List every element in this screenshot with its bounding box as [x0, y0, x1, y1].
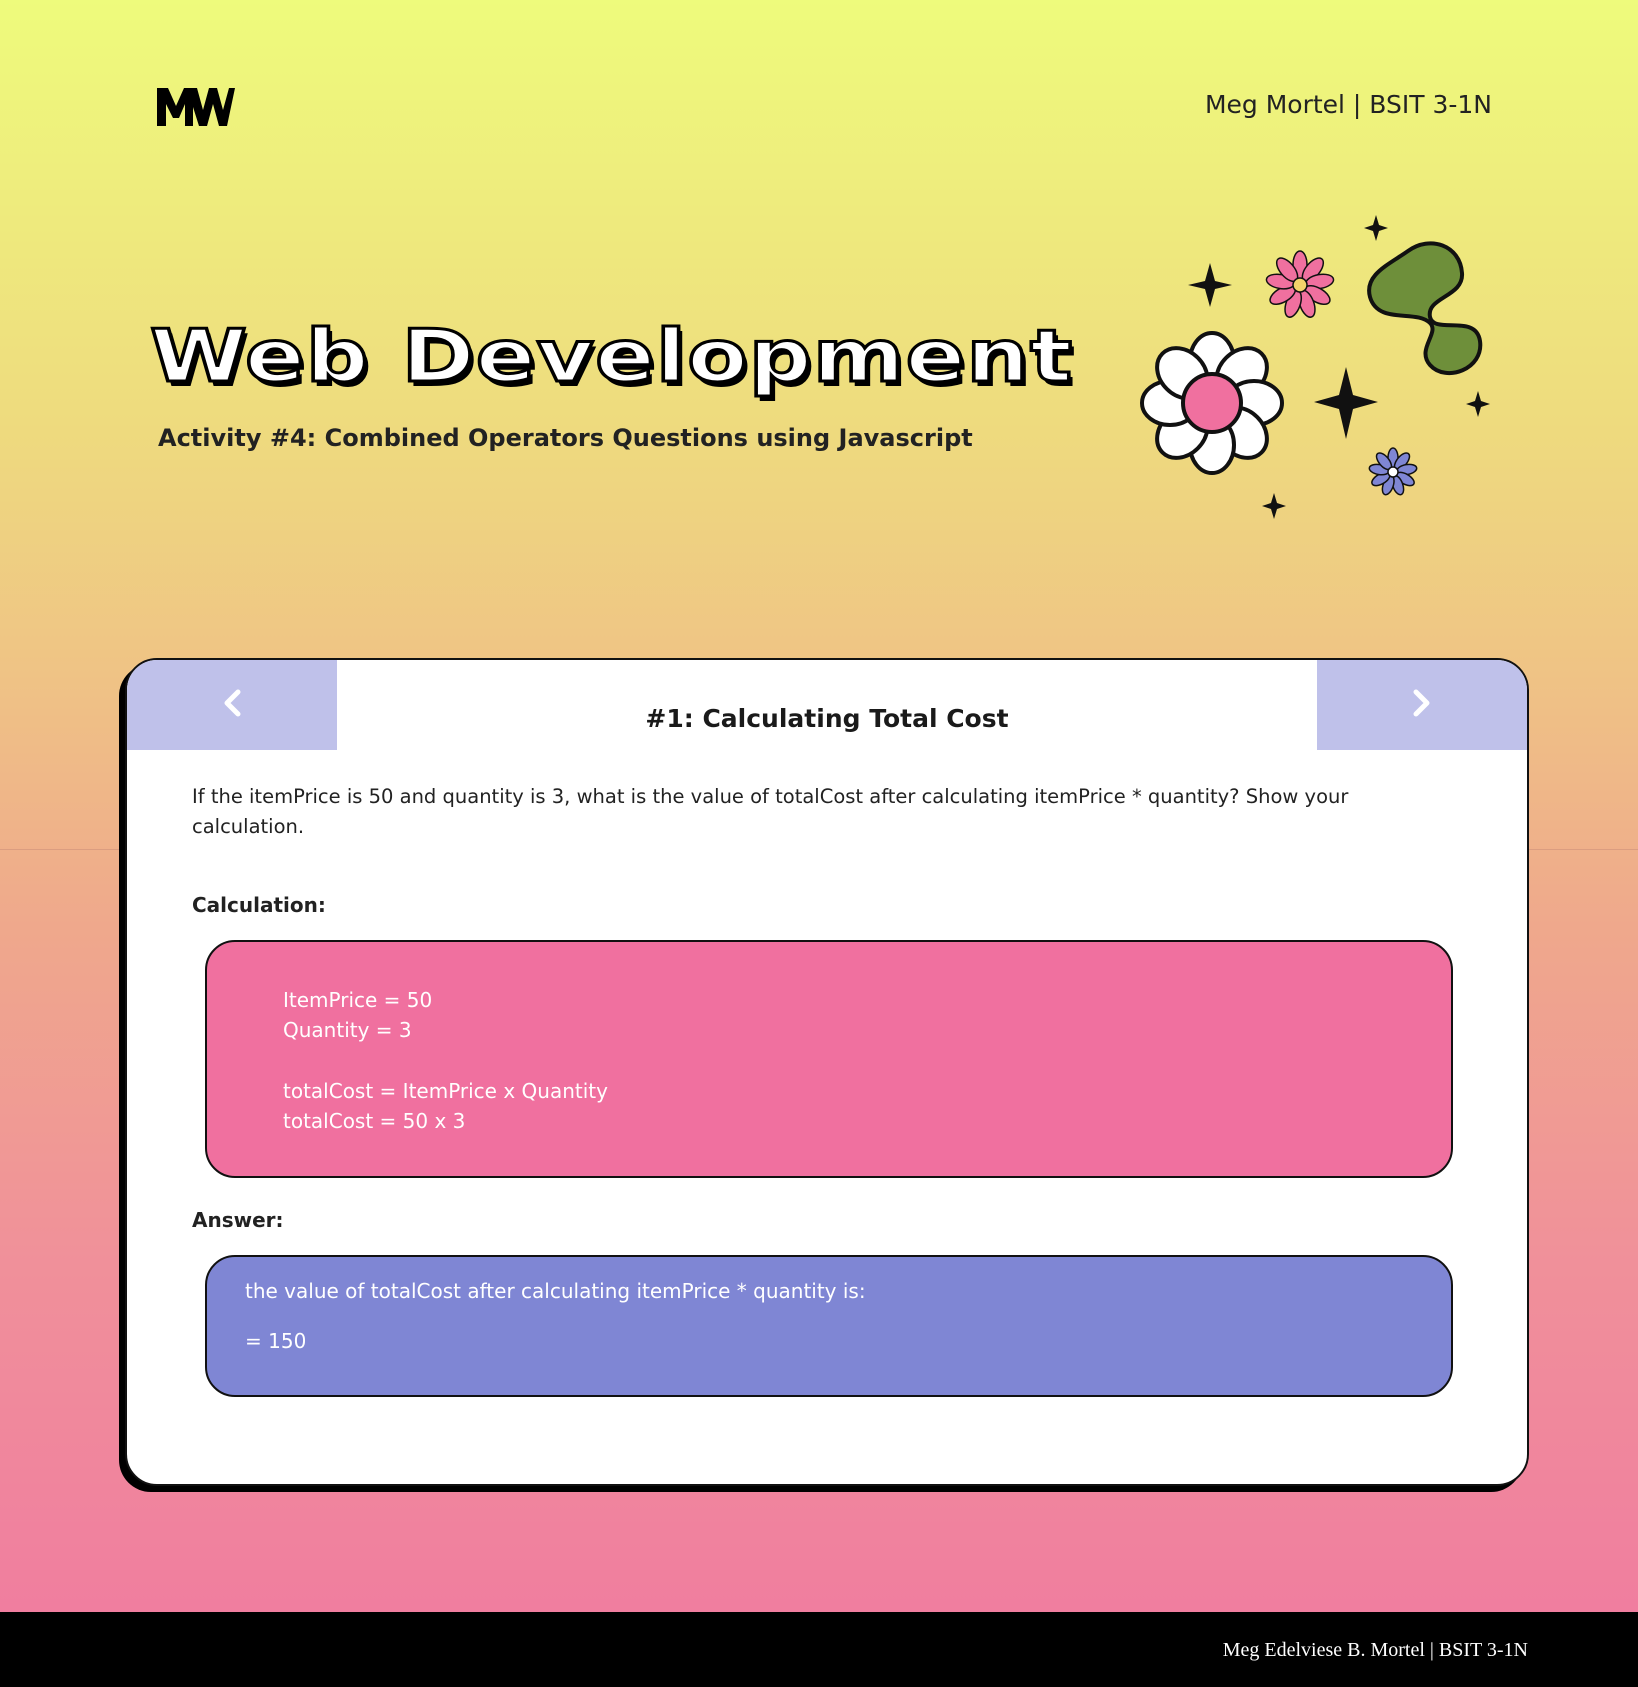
flowers-and-sparkles-icon [1130, 205, 1500, 529]
question-card: #1: Calculating Total Cost If the itemPr… [125, 658, 1529, 1486]
footer: Meg Edelviese B. Mortel | BSIT 3-1N [0, 1612, 1638, 1687]
question-text: If the itemPrice is 50 and quantity is 3… [192, 785, 1349, 838]
chevron-right-icon [1411, 689, 1433, 721]
answer-value: = 150 [245, 1329, 307, 1353]
calculation-label: Calculation: [192, 893, 326, 917]
calculation-line: Quantity = 3 [283, 1018, 412, 1042]
page-title: Web Development [148, 313, 1074, 400]
answer-box: the value of totalCost after calculating… [205, 1255, 1453, 1397]
prev-question-button[interactable] [127, 660, 337, 750]
next-question-button[interactable] [1317, 660, 1527, 750]
answer-label: Answer: [192, 1208, 284, 1232]
calculation-line: totalCost = 50 x 3 [283, 1109, 466, 1133]
calculation-line: totalCost = ItemPrice x Quantity [283, 1079, 608, 1103]
page-subtitle: Activity #4: Combined Operators Question… [158, 424, 973, 452]
header-author: Meg Mortel | BSIT 3-1N [1204, 90, 1492, 119]
calculation-box: ItemPrice = 50 Quantity = 3 totalCost = … [205, 940, 1453, 1178]
footer-author: Meg Edelviese B. Mortel | BSIT 3-1N [1222, 1639, 1528, 1661]
calculation-line: ItemPrice = 50 [283, 988, 433, 1012]
answer-line: the value of totalCost after calculating… [245, 1279, 866, 1303]
question-title: #1: Calculating Total Cost [645, 704, 1009, 733]
mw-logo-icon[interactable] [157, 86, 235, 130]
chevron-left-icon [221, 689, 243, 721]
